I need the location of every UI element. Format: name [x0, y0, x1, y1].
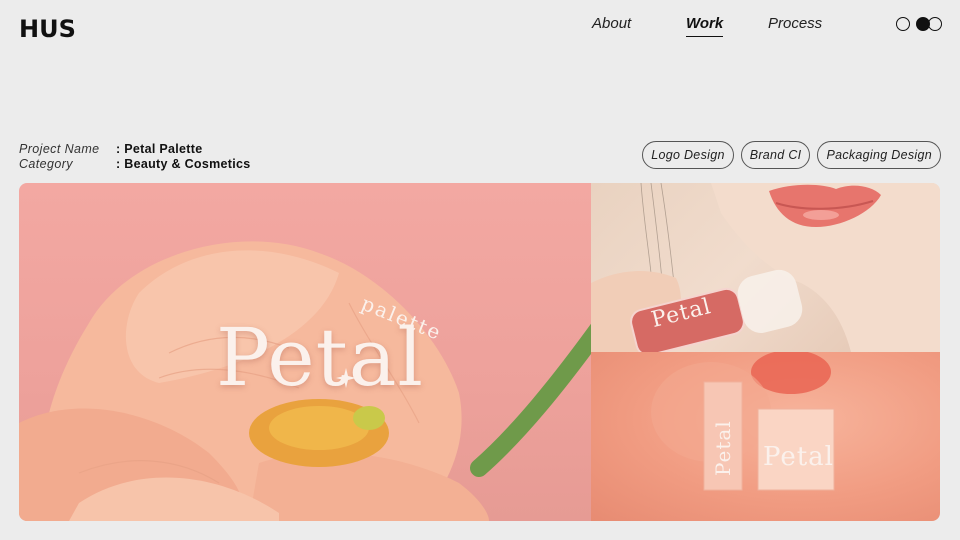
sparkle-icon — [336, 368, 356, 388]
tag-logo-design[interactable]: Logo Design — [642, 141, 734, 169]
light-mode-icon[interactable] — [896, 17, 910, 31]
project-gallery: Petal palette Petal Petal Petal — [19, 183, 940, 521]
nav-process[interactable]: Process — [768, 14, 822, 34]
lipgloss-image[interactable]: Petal — [591, 183, 940, 352]
theme-toggle[interactable] — [896, 17, 942, 31]
nav-work[interactable]: Work — [686, 14, 724, 37]
box-wordmark-wide: Petal — [763, 442, 834, 472]
project-info: Project Name : Petal Palette Category : … — [19, 142, 251, 171]
category-value: : Beauty & Cosmetics — [116, 156, 251, 171]
category-label: Category — [19, 156, 73, 171]
project-name-label: Project Name — [19, 142, 100, 156]
nav-about[interactable]: About — [592, 14, 631, 34]
tag-packaging-design[interactable]: Packaging Design — [817, 141, 941, 169]
packaging-illustration — [651, 352, 835, 491]
service-tags: Logo Design Brand CI Packaging Design — [642, 141, 941, 169]
brand-logo[interactable]: HUS — [19, 16, 76, 42]
auto-mode-icon[interactable] — [928, 17, 942, 31]
lipgloss-illustration — [591, 183, 940, 352]
hero-image[interactable]: Petal palette — [19, 183, 591, 521]
packaging-image[interactable]: Petal Petal — [591, 352, 940, 521]
tag-brand-ci[interactable]: Brand CI — [740, 141, 811, 169]
box-wordmark-tall: Petal — [711, 420, 735, 476]
project-name-value: : Petal Palette — [116, 142, 203, 156]
